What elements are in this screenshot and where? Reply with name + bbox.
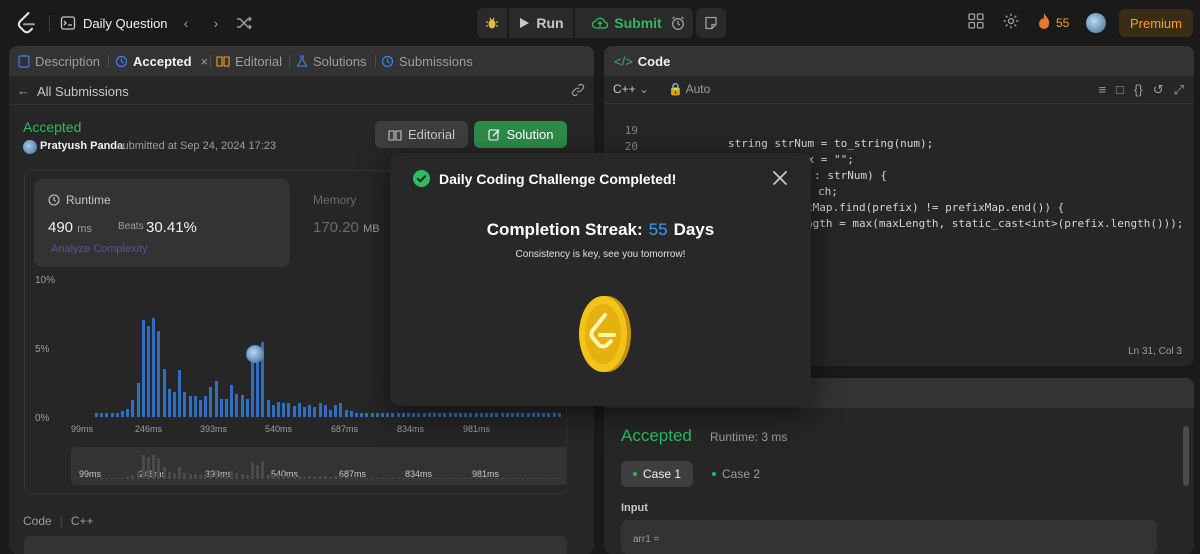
streak-suffix: Days [673, 220, 715, 239]
modal-title: Daily Coding Challenge Completed! [439, 171, 677, 187]
modal-overlay: Daily Coding Challenge Completed! Comple… [0, 0, 1200, 554]
streak-line: Completion Streak: 55 Days [390, 220, 811, 240]
close-icon[interactable] [771, 169, 789, 187]
streak-prefix: Completion Streak: [486, 220, 643, 239]
streak-subtitle: Consistency is key, see you tomorrow! [515, 249, 686, 260]
check-circle-icon [413, 170, 430, 187]
streak-days-count: 55 [648, 220, 668, 239]
leetcode-coin-icon [579, 296, 631, 372]
daily-challenge-modal: Daily Coding Challenge Completed! Comple… [390, 153, 811, 406]
